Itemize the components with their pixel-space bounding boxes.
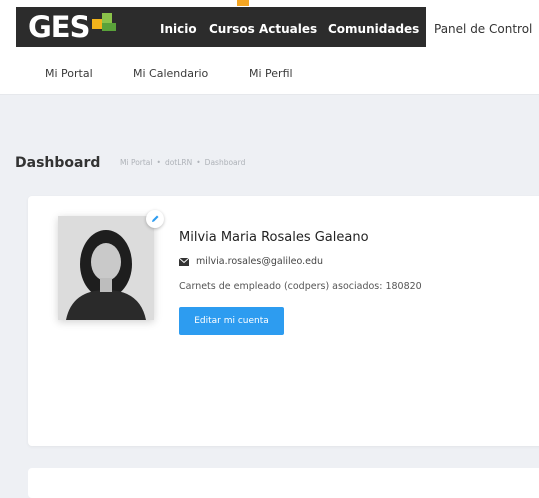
edit-avatar-button[interactable] xyxy=(146,210,164,228)
active-indicator xyxy=(237,0,249,6)
edit-account-button[interactable]: Editar mi cuenta xyxy=(179,307,284,335)
logo-text: GES xyxy=(28,10,90,44)
avatar xyxy=(58,216,154,320)
profile-name: Milvia Maria Rosales Galeano xyxy=(179,230,369,245)
breadcrumb: Mi Portal • dotLRN • Dashboard xyxy=(120,158,246,167)
breadcrumb-dashboard: Dashboard xyxy=(204,158,246,167)
carnets-text: Carnets de empleado (codpers) asociados:… xyxy=(179,281,422,292)
logo-mark-icon xyxy=(91,13,118,35)
email-row: milvia.rosales@galileo.edu xyxy=(179,256,323,267)
page-title: Dashboard xyxy=(15,155,101,171)
nav-cursos-actuales[interactable]: Cursos Actuales xyxy=(209,22,317,36)
nav-panel-de-control[interactable]: Panel de Control xyxy=(426,7,539,47)
nav-inicio[interactable]: Inicio xyxy=(160,22,197,36)
subnav-mi-portal[interactable]: Mi Portal xyxy=(45,67,93,80)
top-navbar: GES Inicio Cursos Actuales Comunidades P… xyxy=(0,0,539,47)
sub-navbar: Mi Portal Mi Calendario Mi Perfil xyxy=(0,47,539,95)
ges-logo[interactable]: GES xyxy=(28,10,118,44)
subnav-mi-perfil[interactable]: Mi Perfil xyxy=(249,67,293,80)
secondary-card xyxy=(28,468,539,498)
avatar-photo xyxy=(58,216,154,320)
profile-email: milvia.rosales@galileo.edu xyxy=(196,256,324,267)
breadcrumb-dotlrn[interactable]: dotLRN xyxy=(165,158,192,167)
nav-comunidades[interactable]: Comunidades xyxy=(328,22,419,36)
pencil-icon xyxy=(152,215,159,222)
breadcrumb-mi-portal[interactable]: Mi Portal xyxy=(120,158,153,167)
envelope-icon xyxy=(179,257,189,266)
nav-panel-de-control-label: Panel de Control xyxy=(434,22,533,36)
subnav-mi-calendario[interactable]: Mi Calendario xyxy=(133,67,208,80)
